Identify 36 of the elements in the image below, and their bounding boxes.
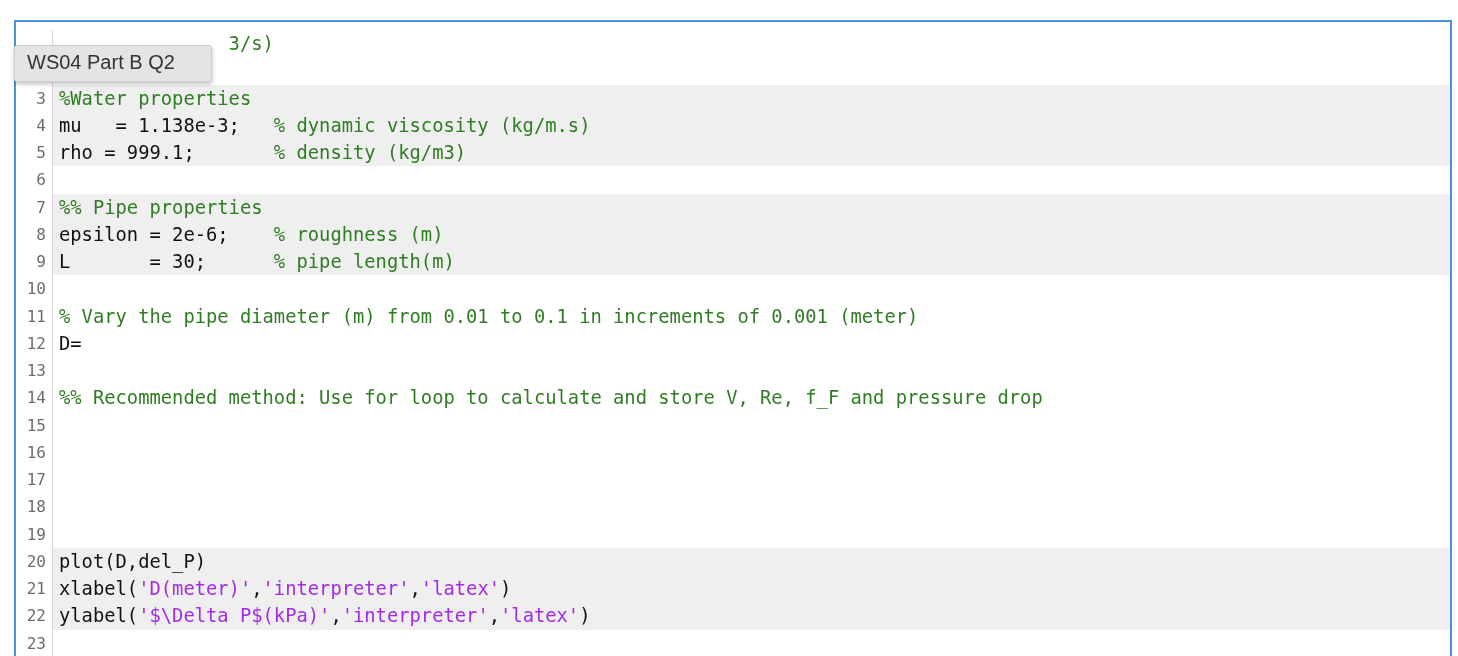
- line-number: 15: [26, 415, 46, 435]
- code-line: %% Recommended method: Use for loop to calculate and store V, Re, f_F and pressure drop: [59, 387, 1043, 409]
- line-number: 23: [26, 633, 46, 653]
- code-line: % Vary the pipe diameter (m) from 0.01 to 0.1 in increments of 0.001 (meter): [59, 305, 919, 327]
- line-number: 20: [26, 551, 46, 571]
- code-line: plot(D,del_P): [59, 550, 206, 572]
- line-number: 22: [26, 606, 46, 626]
- code-line: L = 30; % pipe length(m): [59, 251, 455, 272]
- line-number: 17: [26, 470, 46, 489]
- line-number: 11: [26, 306, 46, 326]
- line-number: 7: [36, 197, 46, 217]
- line-number: 12: [26, 333, 46, 353]
- code-line: xlabel('D(meter)','interpreter','latex'): [59, 578, 512, 599]
- line-number: 16: [26, 442, 46, 462]
- code-line: %Water properties: [59, 87, 252, 109]
- code-line: %% Pipe properties: [59, 196, 263, 218]
- line-number: 3: [36, 88, 46, 108]
- code-editor[interactable]: [14, 20, 1452, 656]
- line-number: 13: [26, 361, 46, 380]
- line-number: 21: [26, 579, 46, 598]
- tooltip: WS04 Part B Q2: [14, 45, 212, 82]
- code-line: mu = 1.138e-3; % dynamic viscosity (kg/m.s): [59, 114, 591, 136]
- code-line: D=: [59, 332, 82, 354]
- line-number: 4: [36, 115, 46, 135]
- code-line: 3/s): [227, 33, 274, 54]
- code-line: rho = 999.1; % density (kg/m3): [59, 142, 467, 163]
- line-number: 9: [36, 252, 46, 271]
- line-number: 14: [26, 388, 46, 408]
- line-number: 6: [36, 170, 46, 190]
- line-number: 10: [26, 279, 46, 299]
- line-number: 5: [36, 143, 46, 162]
- code-line: ylabel('$\Delta P$(kPa)','interpreter','latex'): [59, 605, 591, 627]
- line-number: 8: [36, 224, 46, 244]
- code-line: epsilon = 2e-6; % roughness (m): [59, 223, 444, 245]
- line-number: 18: [26, 497, 46, 517]
- line-number: 19: [26, 524, 46, 544]
